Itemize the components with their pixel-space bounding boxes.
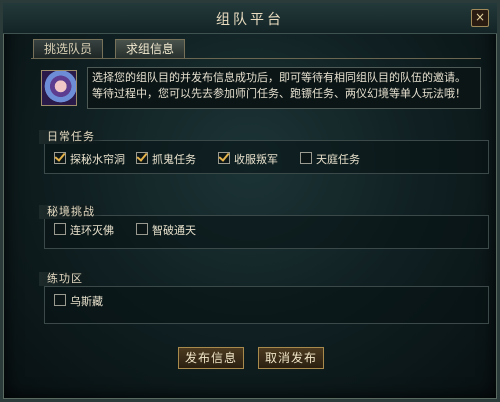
checkbox-daily-3[interactable]: 收服叛军 [218,152,278,167]
publish-button[interactable]: 发布信息 [178,347,245,369]
checkbox-label: 收服叛军 [234,153,278,166]
checkbox-empty-icon [136,223,148,235]
checkbox-practice-1[interactable]: 乌斯藏 [54,294,103,309]
description-box: 选择您的组队目的并发布信息成功后，即可等待有相同组队目的队伍的邀请。等待过程中，… [87,67,481,109]
checkbox-secret-2[interactable]: 智破通天 [136,223,196,238]
tab-divider [31,58,481,59]
secret-realm-title: 秘境挑战 [39,205,103,219]
cancel-publish-button[interactable]: 取消发布 [258,347,325,369]
checkbox-empty-icon [54,223,66,235]
checkbox-checked-icon [136,152,148,164]
tab-request-info[interactable]: 求组信息 [115,39,186,58]
checkbox-secret-1[interactable]: 连环灭佛 [54,223,114,238]
checkbox-empty-icon [54,294,66,306]
close-button[interactable]: × [471,9,489,27]
daily-tasks-title: 日常任务 [39,130,103,144]
checkbox-label: 乌斯藏 [70,295,103,308]
title-bar[interactable]: 组队平台 × [3,3,497,34]
checkbox-label: 智破通天 [152,224,196,237]
checkbox-daily-4[interactable]: 天庭任务 [300,152,360,167]
checkbox-label: 连环灭佛 [70,224,114,237]
tab-select-members[interactable]: 挑选队员 [33,39,104,58]
checkbox-label: 探秘水帘洞 [70,153,125,166]
checkbox-label: 天庭任务 [316,153,360,166]
checkbox-daily-2[interactable]: 抓鬼任务 [136,152,196,167]
checkbox-daily-1[interactable]: 探秘水帘洞 [54,152,125,167]
window-title: 组队平台 [216,12,284,28]
practice-area-title: 练功区 [39,272,91,286]
team-platform-window: 组队平台 × 挑选队员 求组信息 选择您的组队目的并发布信息成功后，即可等待有相… [0,0,500,402]
checkbox-checked-icon [218,152,230,164]
practice-area-panel [44,286,489,324]
checkbox-checked-icon [54,152,66,164]
checkbox-empty-icon [300,152,312,164]
character-avatar [41,70,77,106]
checkbox-label: 抓鬼任务 [152,153,196,166]
